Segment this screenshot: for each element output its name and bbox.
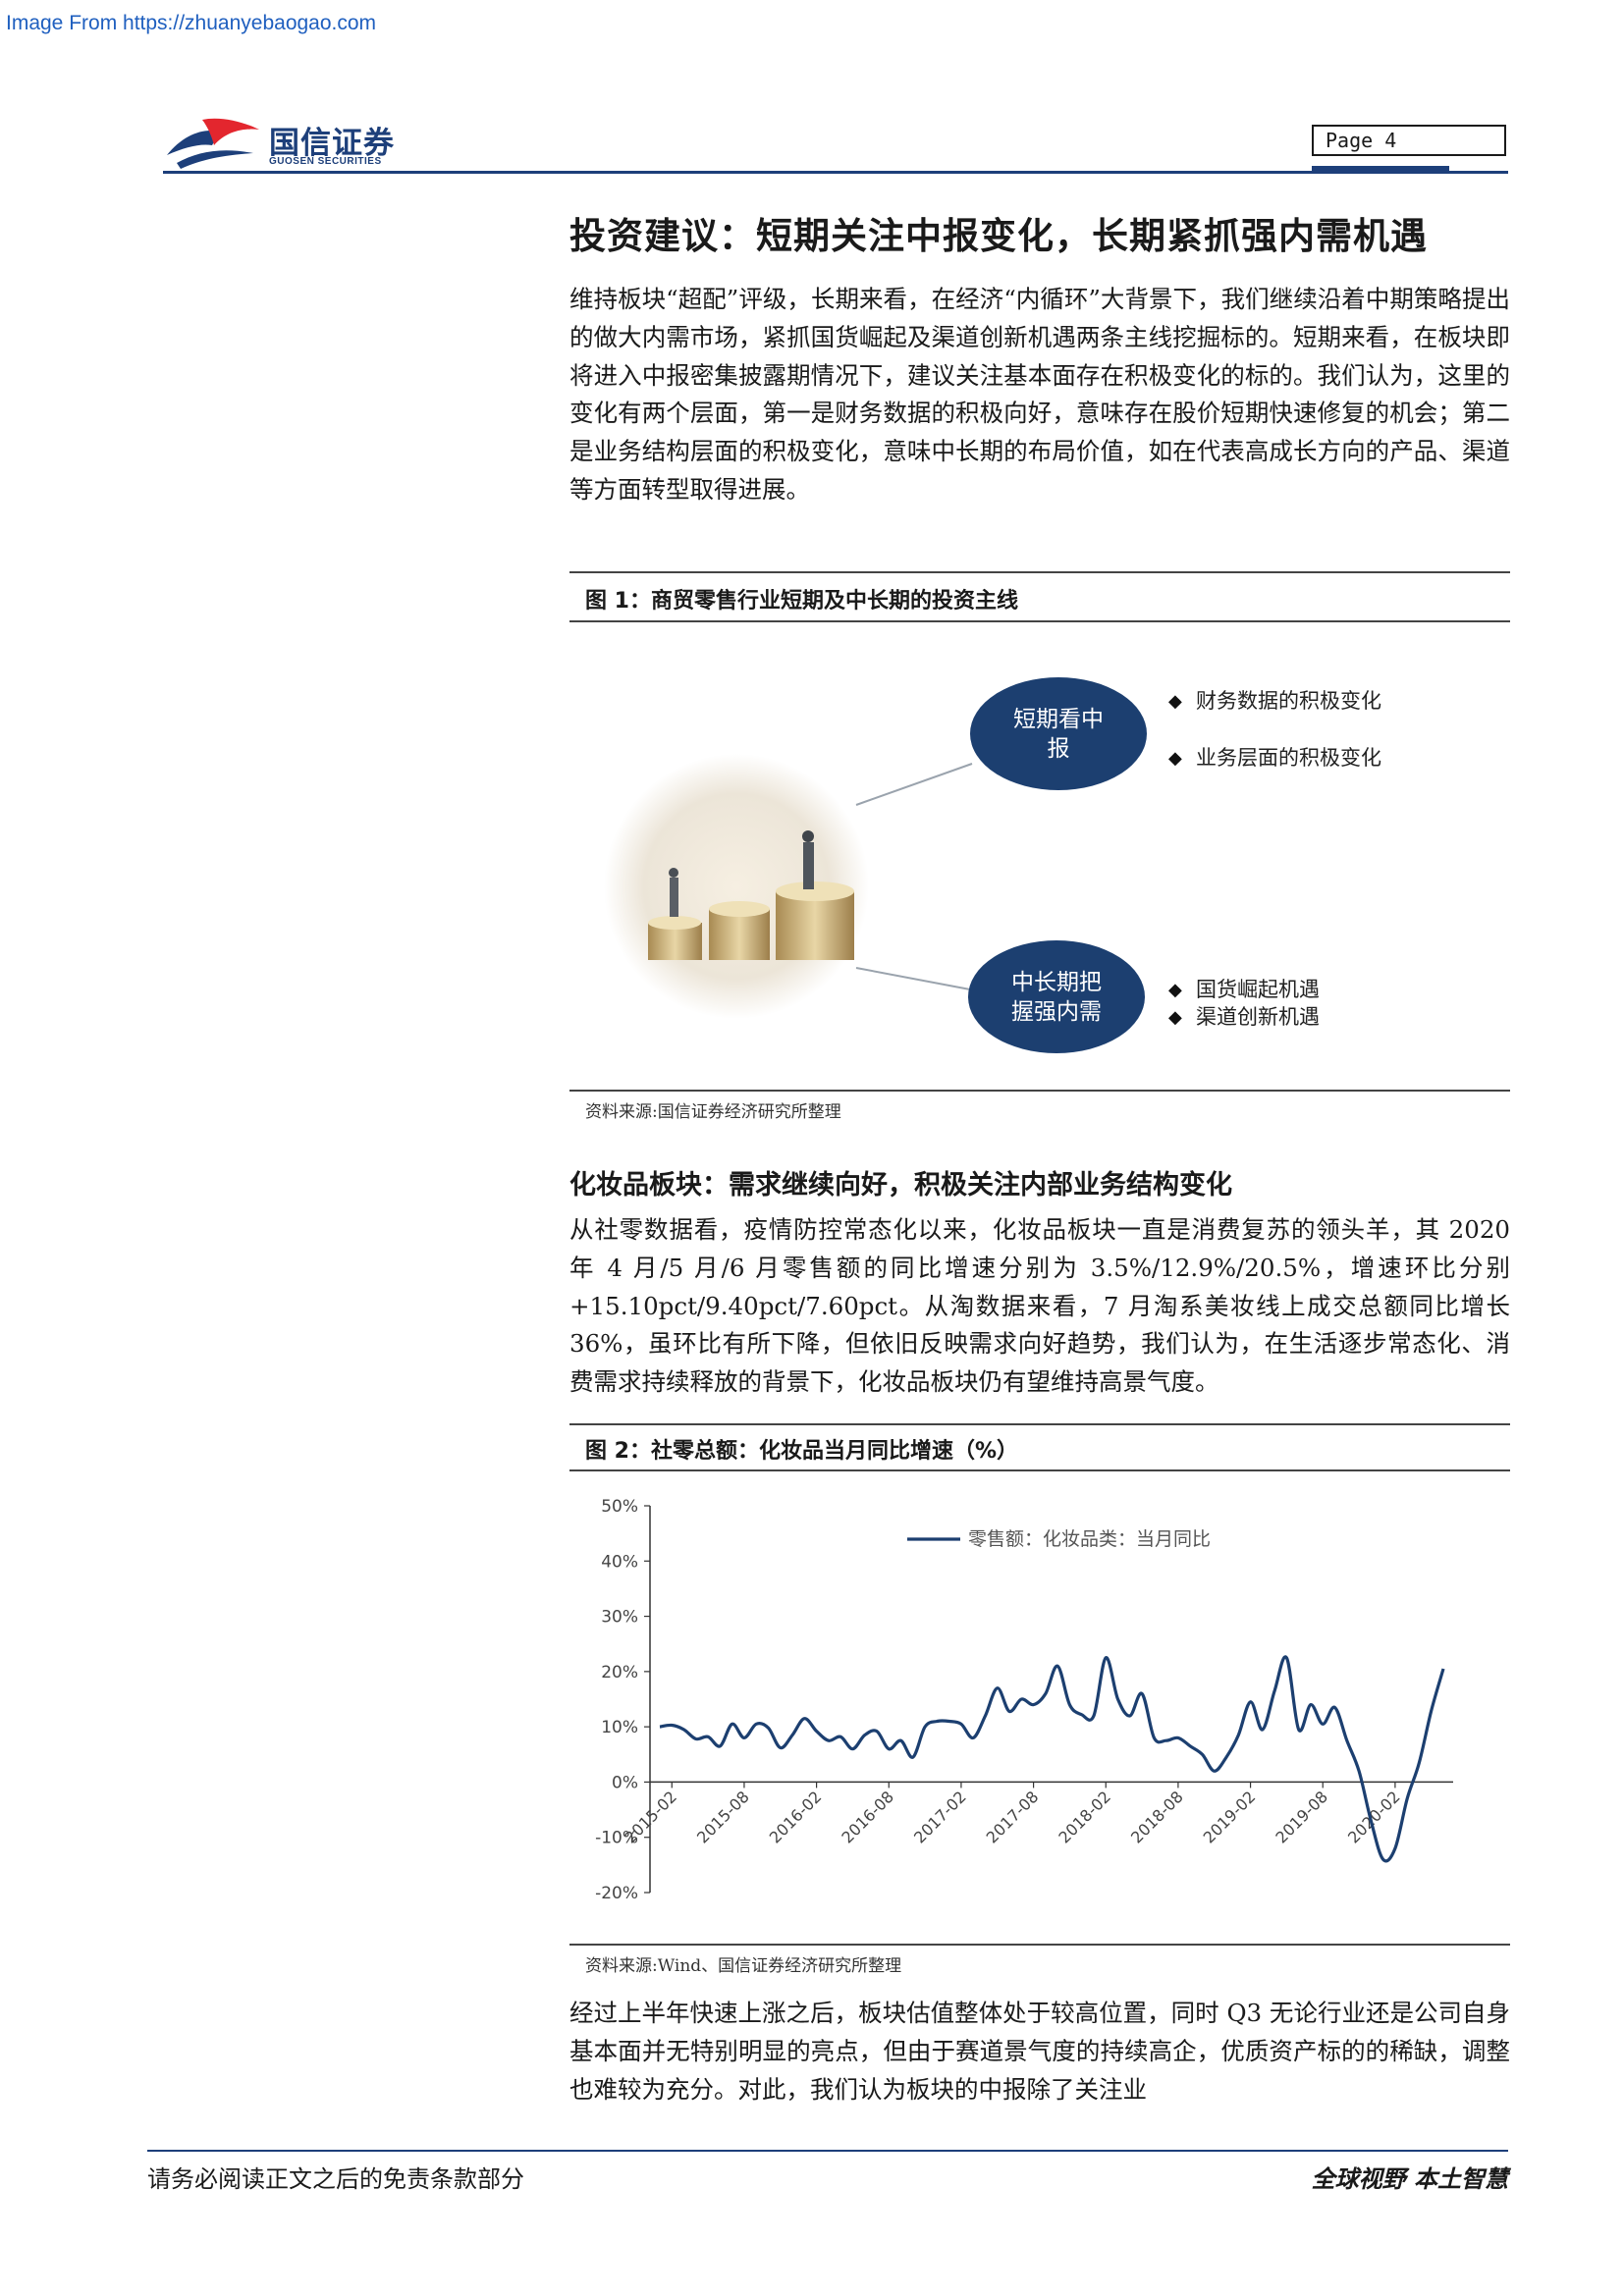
x-tick-label: 2016-08 — [838, 1788, 897, 1847]
figure1-title-rule — [569, 620, 1510, 622]
company-logo: 国信证券 GUOSEN SECURITIES — [163, 116, 418, 171]
y-tick-label: 20% — [601, 1663, 638, 1682]
logo-name-en: GUOSEN SECURITIES — [269, 156, 382, 167]
legend-label: 零售额：化妆品类：当月同比 — [968, 1528, 1211, 1550]
x-tick-label: 2019-08 — [1272, 1788, 1331, 1847]
figure2-title: 图 2：社零总额：化妆品当月同比增速（%） — [585, 1439, 1019, 1464]
x-tick-label: 2015-08 — [693, 1788, 753, 1847]
x-tick-label: 2018-08 — [1127, 1788, 1187, 1847]
diamond-bullet-icon: ◆ — [1168, 1007, 1182, 1028]
short-bullet-2-text: 业务层面的积极变化 — [1196, 746, 1381, 770]
figure1-bottom-rule — [569, 1090, 1510, 1092]
footer-slogan: 全球视野 本土智慧 — [1311, 2164, 1508, 2193]
watermark-text: Image From https://zhuanyebaogao.com — [6, 12, 377, 34]
page-number-box: Page 4 — [1312, 125, 1506, 156]
long-bullet-1-text: 国货崛起机遇 — [1196, 978, 1320, 1001]
guosen-logo-icon — [167, 118, 259, 169]
x-tick-label: 2019-02 — [1200, 1788, 1260, 1847]
x-tick-label: 2017-08 — [983, 1788, 1043, 1847]
investment-paragraph: 维持板块“超配”评级，长期来看，在经济“内循环”大背景下，我们继续沿着中期策略提… — [569, 285, 1510, 504]
short-term-ellipse: 短期看中报 — [970, 677, 1147, 790]
diamond-bullet-icon: ◆ — [1168, 691, 1182, 712]
x-tick-label: 2017-02 — [910, 1788, 970, 1847]
short-term-label: 短期看中报 — [1013, 706, 1104, 762]
figure1-source: 资料来源:国信证券经济研究所整理 — [585, 1102, 841, 1122]
short-bullet-2: ◆ 业务层面的积极变化 — [1168, 744, 1394, 773]
short-bullet-1-text: 财务数据的积极变化 — [1196, 689, 1381, 713]
cosmetics-growth-chart: 50%40%30%20%10%0%-10%-20%2015-02 2015-08 2… — [595, 1497, 1453, 1903]
y-tick-label: 30% — [601, 1608, 638, 1628]
y-tick-label: -20% — [595, 1884, 638, 1903]
figure1-top-rule — [569, 571, 1510, 573]
x-tick-label: 2016-02 — [766, 1788, 826, 1847]
diamond-bullet-icon: ◆ — [1168, 748, 1182, 769]
figure2-bottom-rule — [569, 1944, 1510, 1946]
short-bullet-1: ◆ 财务数据的积极变化 — [1168, 687, 1394, 716]
section-title-cosmetics: 化妆品板块：需求继续向好，积极关注内部业务结构变化 — [569, 1170, 1232, 1201]
y-tick-label: 0% — [612, 1773, 638, 1792]
cosmetics-paragraph: 从社零数据看，疫情防控常态化以来，化妆品板块一直是消费复苏的领头羊，其 2020… — [569, 1215, 1510, 1397]
footer-rule — [147, 2150, 1508, 2152]
long-bullet-2: ◆ 渠道创新机遇 — [1168, 1003, 1394, 1032]
figure2-top-rule — [569, 1423, 1510, 1425]
section-title-investment: 投资建议：短期关注中报变化，长期紧抓强内需机遇 — [569, 214, 1428, 257]
long-term-ellipse: 中长期把握强内需 — [968, 940, 1145, 1053]
long-bullet-2-text: 渠道创新机遇 — [1196, 1005, 1320, 1029]
long-term-label: 中长期把握强内需 — [1011, 969, 1102, 1025]
figure2-source: 资料来源:Wind、国信证券经济研究所整理 — [585, 1956, 902, 1976]
valuation-paragraph: 经过上半年快速上涨之后，板块估值整体处于较高位置，同时 Q3 无论行业还是公司自… — [569, 1999, 1510, 2104]
figure1-diagram: 短期看中报 中长期把握强内需 ◆ 财务数据的积极变化 ◆ 业务层面的积极变化 ◆… — [599, 656, 1483, 1088]
x-tick-label: 2018-02 — [1055, 1788, 1114, 1847]
figure2-title-rule — [569, 1469, 1510, 1471]
footer-disclaimer: 请务必阅读正文之后的免责条款部分 — [147, 2165, 524, 2193]
header-rule — [163, 171, 1508, 174]
y-tick-label: 50% — [601, 1497, 638, 1517]
diamond-bullet-icon: ◆ — [1168, 980, 1182, 1000]
y-tick-label: 10% — [601, 1718, 638, 1737]
figure1-title: 图 1：商贸零售行业短期及中长期的投资主线 — [585, 589, 1018, 614]
long-bullet-1: ◆ 国货崛起机遇 — [1168, 976, 1394, 1004]
y-tick-label: 40% — [601, 1552, 638, 1572]
